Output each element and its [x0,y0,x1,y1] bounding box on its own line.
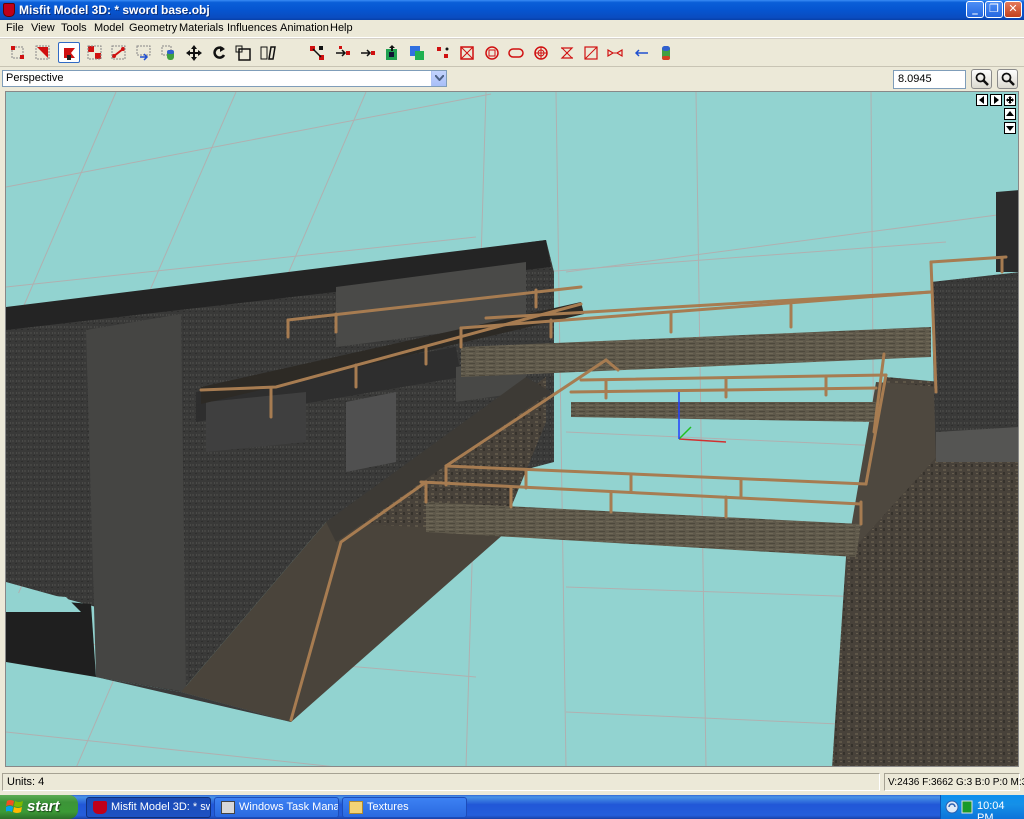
create-bone-icon[interactable] [580,42,602,63]
folder-icon [349,801,363,814]
windows-logo-icon [6,800,23,813]
create-projection-icon[interactable] [630,42,652,63]
create-cylinder-icon[interactable] [505,42,527,63]
perspective-scene [6,92,1018,766]
taskbar-item-label: Windows Task Manager [239,801,338,813]
menu-model[interactable]: Model [94,22,124,34]
texture-coordinates-icon[interactable] [381,42,403,63]
extrude-icon[interactable] [357,42,379,63]
rotate-icon[interactable] [208,42,230,63]
menu-bar: File View Tools Model Geometry Materials… [0,20,1024,38]
select-groups-icon[interactable] [84,42,106,63]
taskbar-item-task-manager[interactable]: Windows Task Manager [214,797,339,818]
close-button[interactable]: ✕ [1004,1,1022,18]
model-stats: V:2436 F:3662 G:3 B:0 P:0 M:3 [884,773,1024,791]
vertex-weld-icon[interactable] [406,42,428,63]
menu-file[interactable]: File [6,22,24,34]
create-rectangle-icon[interactable] [432,42,454,63]
select-bones-icon[interactable] [108,42,130,63]
misfit-app-icon [93,801,107,814]
select-connected-icon[interactable] [58,42,80,63]
units-status: Units: 4 [2,773,880,791]
model-viewport[interactable] [5,91,1019,767]
menu-help[interactable]: Help [330,22,353,34]
network-icon[interactable] [945,800,959,814]
pan-all-icon[interactable] [1004,94,1016,106]
taskbar: start Misfit Model 3D: * sw... Windows T… [0,795,1024,819]
maximize-button[interactable]: ❐ [985,1,1003,18]
taskbar-item-misfit[interactable]: Misfit Model 3D: * sw... [86,797,211,818]
zoom-out-icon[interactable] [997,69,1018,89]
toolbar [0,38,1024,65]
stone-building-right [931,190,1018,462]
projection-select[interactable]: Perspective [2,70,447,87]
start-button[interactable]: start [0,795,78,819]
status-bar: Units: 4 V:2436 F:3662 G:3 B:0 P:0 M:3 [0,771,1024,793]
create-torus-icon[interactable] [530,42,552,63]
select-vertices-icon[interactable] [7,42,29,63]
menu-materials[interactable]: Materials [179,22,224,34]
menu-influences[interactable]: Influences [227,22,277,34]
pan-up-icon[interactable] [1004,108,1016,120]
window-title: Misfit Model 3D: * sword base.obj [19,3,210,17]
menu-tools[interactable]: Tools [61,22,87,34]
add-vertex-icon[interactable] [332,42,354,63]
projection-value: Perspective [6,72,64,84]
taskbar-item-label: Textures [367,801,409,813]
zoom-in-icon[interactable] [971,69,992,89]
monitor-icon[interactable] [961,800,973,814]
start-label: start [27,798,60,815]
create-point-icon[interactable] [604,42,626,63]
shear-icon[interactable] [257,42,279,63]
taskbar-item-label: Misfit Model 3D: * sw... [111,801,210,813]
menu-animation[interactable]: Animation [280,22,329,34]
pan-right-icon[interactable] [990,94,1002,106]
background-image-icon[interactable] [655,42,677,63]
scale-icon[interactable] [232,42,254,63]
select-projections-icon[interactable] [158,42,180,63]
misfit-app-icon [3,3,15,17]
view-bar: Perspective 8.0945 [0,66,1024,90]
title-bar[interactable]: Misfit Model 3D: * sword base.obj _ ❐ ✕ [0,0,1024,20]
create-cube-icon[interactable] [456,42,478,63]
menu-geometry[interactable]: Geometry [129,22,177,34]
attach-vertices-icon[interactable] [306,42,328,63]
pan-left-icon[interactable] [976,94,988,106]
pan-down-icon[interactable] [1004,122,1016,134]
clock[interactable]: 10:04 PM [977,800,1024,819]
taskbar-item-textures[interactable]: Textures [342,797,467,818]
minimize-button[interactable]: _ [966,1,984,18]
system-tray: 10:04 PM [940,795,1024,819]
zoom-input[interactable]: 8.0945 [893,70,966,89]
chevron-down-icon[interactable] [431,71,446,86]
create-polygon-icon[interactable] [556,42,578,63]
select-faces-icon[interactable] [32,42,54,63]
select-points-icon[interactable] [133,42,155,63]
task-manager-icon [221,801,235,814]
menu-view[interactable]: View [31,22,55,34]
move-icon[interactable] [183,42,205,63]
create-ellipsoid-icon[interactable] [481,42,503,63]
